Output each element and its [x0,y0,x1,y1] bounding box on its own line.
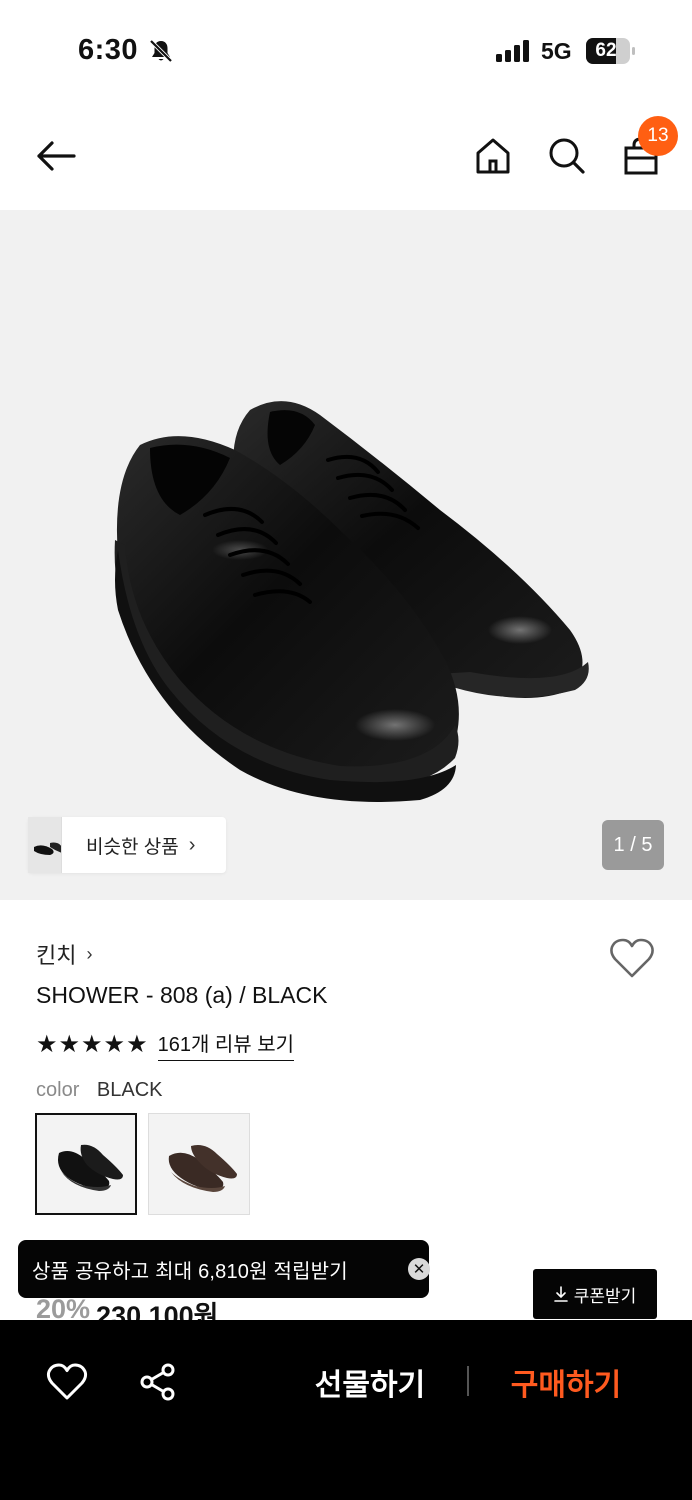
like-heart-icon[interactable] [46,1362,88,1402]
star-icon: ★ [36,1030,58,1058]
battery-level: 62 [595,40,617,61]
star-icon: ★ [58,1030,81,1058]
close-icon[interactable]: ✕ [408,1258,430,1280]
coupon-label: 쿠폰받기 [573,1286,637,1306]
back-arrow-icon [37,141,76,171]
status-time: 6:30 [78,34,139,66]
star-icon: ★ [126,1030,148,1058]
battery-icon: 62 [586,38,636,69]
chevron-right-icon: › [188,833,196,856]
home-icon [476,138,510,174]
color-option-brown[interactable] [148,1113,250,1215]
top-navigation [0,100,692,210]
share-reward-toast: 상품 공유하고 최대 6,810원 적립받기 ✕ [18,1240,430,1298]
search-button[interactable] [544,132,590,180]
similar-product-thumbnail [28,817,62,873]
search-icon [549,138,585,174]
star-icon: ★ [103,1030,126,1058]
home-button[interactable] [470,132,516,180]
color-label: color [36,1079,80,1101]
color-row: color BLACK [36,1079,163,1102]
product-image [114,401,589,802]
signal-icon [496,40,532,67]
status-bar: 6:30 5G 62 [0,0,692,100]
buy-button[interactable]: 구매하기 [490,1360,642,1404]
rating-stars: ★ ★ ★ ★ ★ [36,1030,148,1058]
image-counter: 1 / 5 [602,820,664,870]
wishlist-heart-icon[interactable] [608,936,656,980]
chevron-right-icon: › [86,943,93,964]
brand-link[interactable]: 킨치 › [36,938,92,970]
product-image-gallery[interactable]: 비슷한 상품 › 1 / 5 [0,210,692,900]
bottom-action-bar: 선물하기 구매하기 [0,1320,692,1500]
coupon-button[interactable]: 쿠폰받기 [533,1269,657,1319]
shoe-thumbnail-black [58,1144,123,1191]
shoe-thumbnail-brown [168,1145,237,1192]
brand-name: 킨치 [36,943,77,968]
color-value: BLACK [96,1079,163,1101]
toast-text: 상품 공유하고 최대 6,810원 적립받기 [32,1260,348,1283]
cart-count-badge: 13 [638,116,678,156]
star-icon: ★ [81,1030,103,1058]
download-icon [553,1286,568,1302]
gift-button[interactable]: 선물하기 [290,1360,450,1404]
reviews-link[interactable]: 161개 리뷰 보기 [157,1028,295,1061]
bell-muted-icon [148,38,174,69]
color-option-black[interactable] [35,1113,137,1215]
share-icon[interactable] [138,1362,178,1402]
divider [467,1366,469,1396]
network-type: 5G [541,38,572,64]
rating-row: ★ ★ ★ ★ ★ 161개 리뷰 보기 [36,1028,295,1061]
back-button[interactable] [30,130,82,182]
product-title: SHOWER - 808 (a) / BLACK [36,982,328,1008]
similar-products-button[interactable]: 비슷한 상품 › [28,817,226,873]
similar-products-label: 비슷한 상품 [86,836,179,858]
